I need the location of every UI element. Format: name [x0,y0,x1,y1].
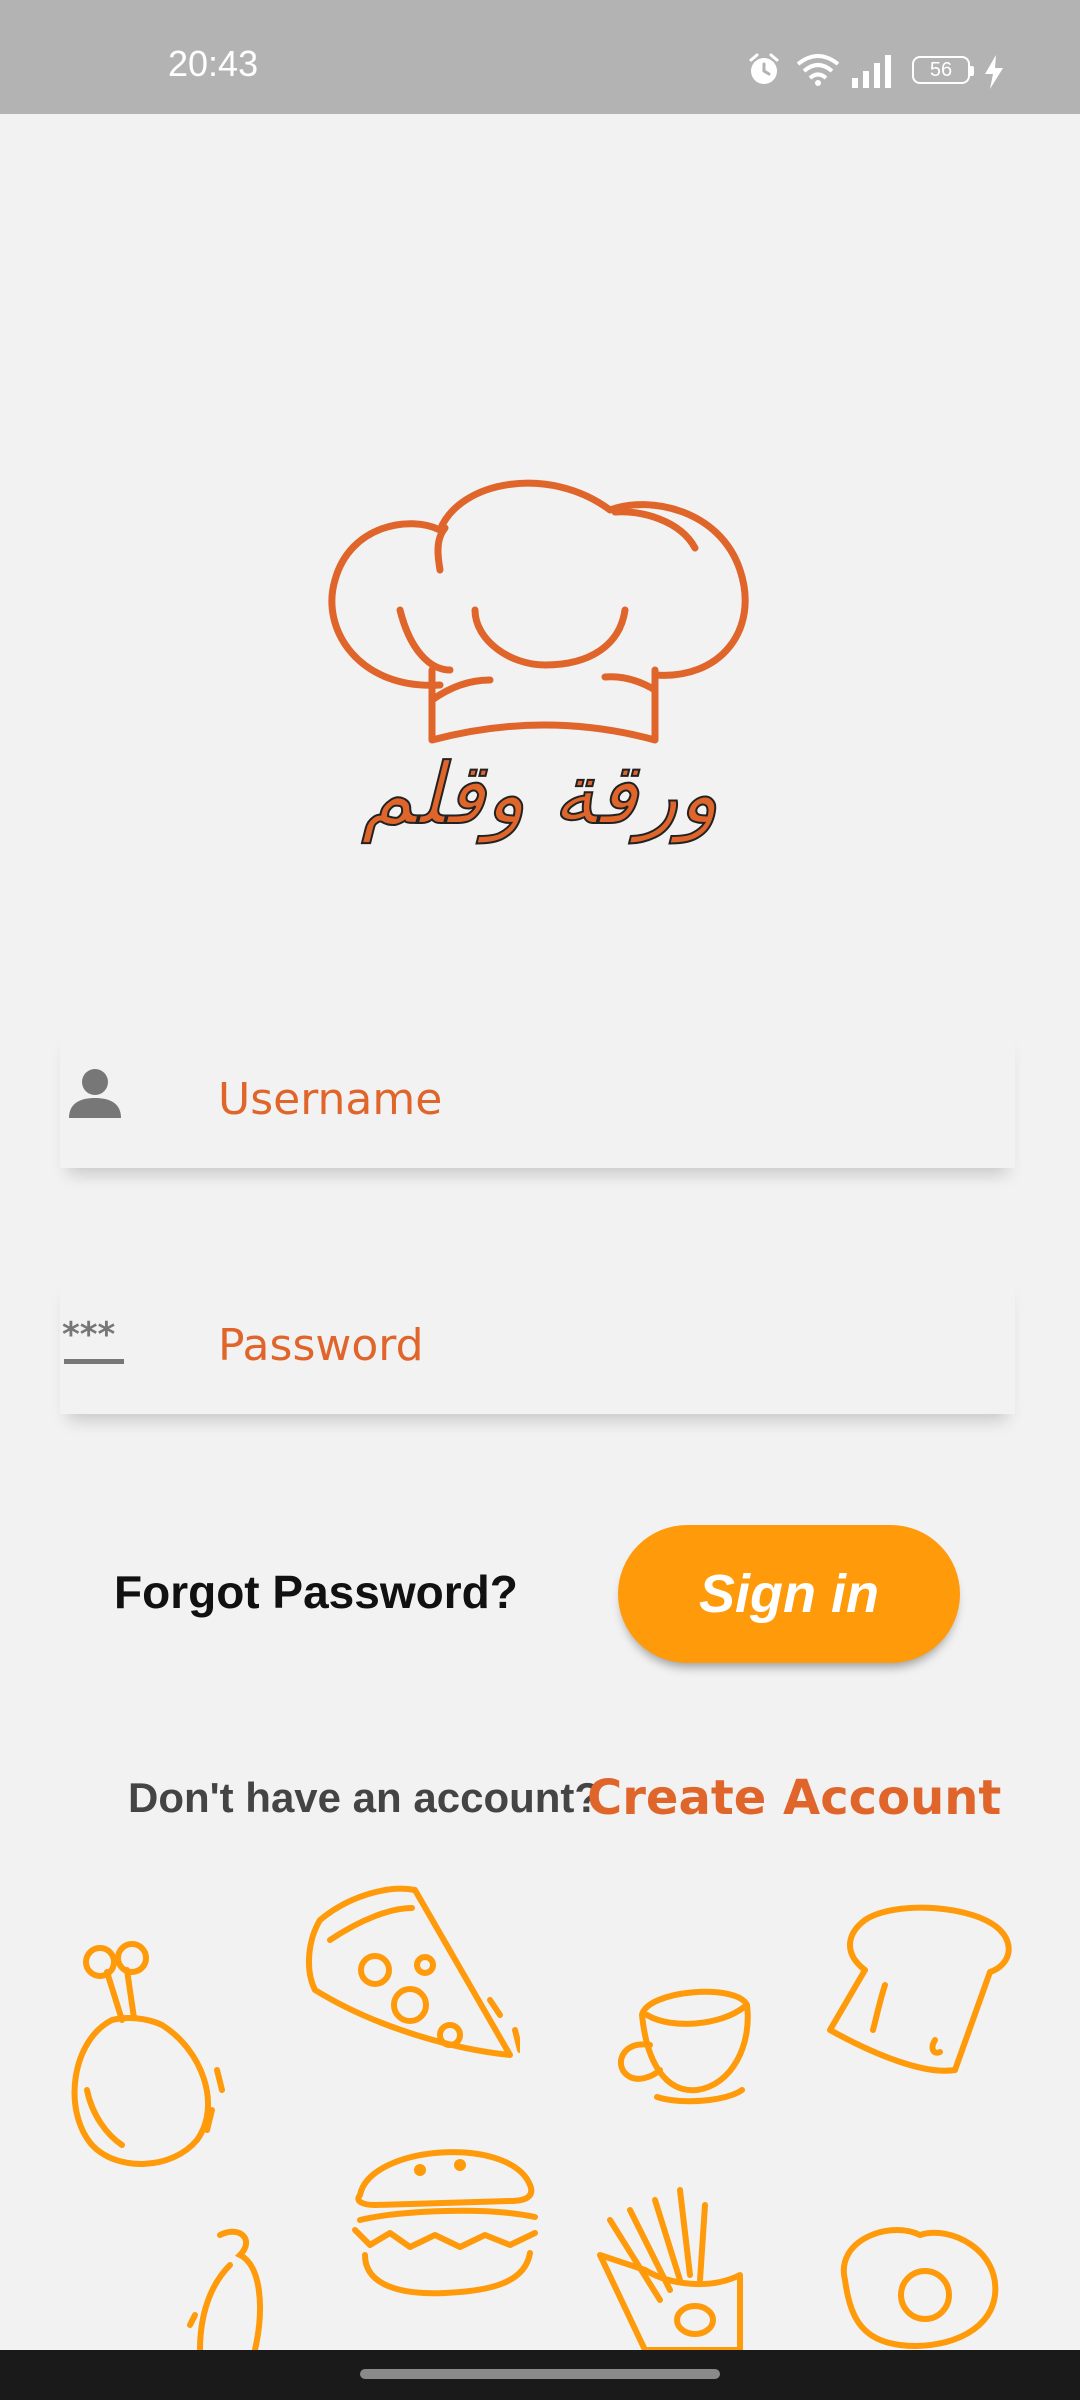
create-account-link[interactable]: Create Account [587,1770,1001,1826]
svg-text:***: *** [62,1315,116,1355]
home-gesture-handle[interactable] [360,2369,720,2379]
forgot-password-link[interactable]: Forgot Password? [114,1565,518,1619]
egg-icon [830,2220,1005,2350]
signal-icon [852,55,891,88]
burger-icon [340,2135,550,2305]
coffee-cup-icon [612,1985,762,2105]
username-input[interactable] [216,1058,980,1140]
password-input[interactable] [216,1304,980,1386]
status-time: 20:43 [168,43,259,84]
pizza-slice-icon [300,1880,523,2070]
navigation-bar [0,2350,1080,2400]
chicken-leg-icon [62,1940,232,2180]
no-account-text: Don't have an account? [128,1774,601,1821]
toast-icon [825,1900,1015,2085]
status-bar: 20:43 56 [0,0,1080,114]
wifi-icon [796,54,840,86]
charging-icon [985,55,1003,89]
logo-text: ورقة وقلم [360,744,719,844]
fries-icon [590,2180,760,2353]
password-field[interactable]: *** [60,1274,1015,1414]
person-icon [69,1069,121,1118]
battery-icon: 56 [912,56,974,84]
password-asterisk-icon: *** [62,1315,124,1364]
alarm-icon [749,53,779,84]
carrot-icon [185,2225,285,2353]
username-field[interactable] [60,1028,1015,1168]
sign-in-button[interactable]: Sign in [618,1525,960,1663]
chef-hat-icon [328,479,749,744]
